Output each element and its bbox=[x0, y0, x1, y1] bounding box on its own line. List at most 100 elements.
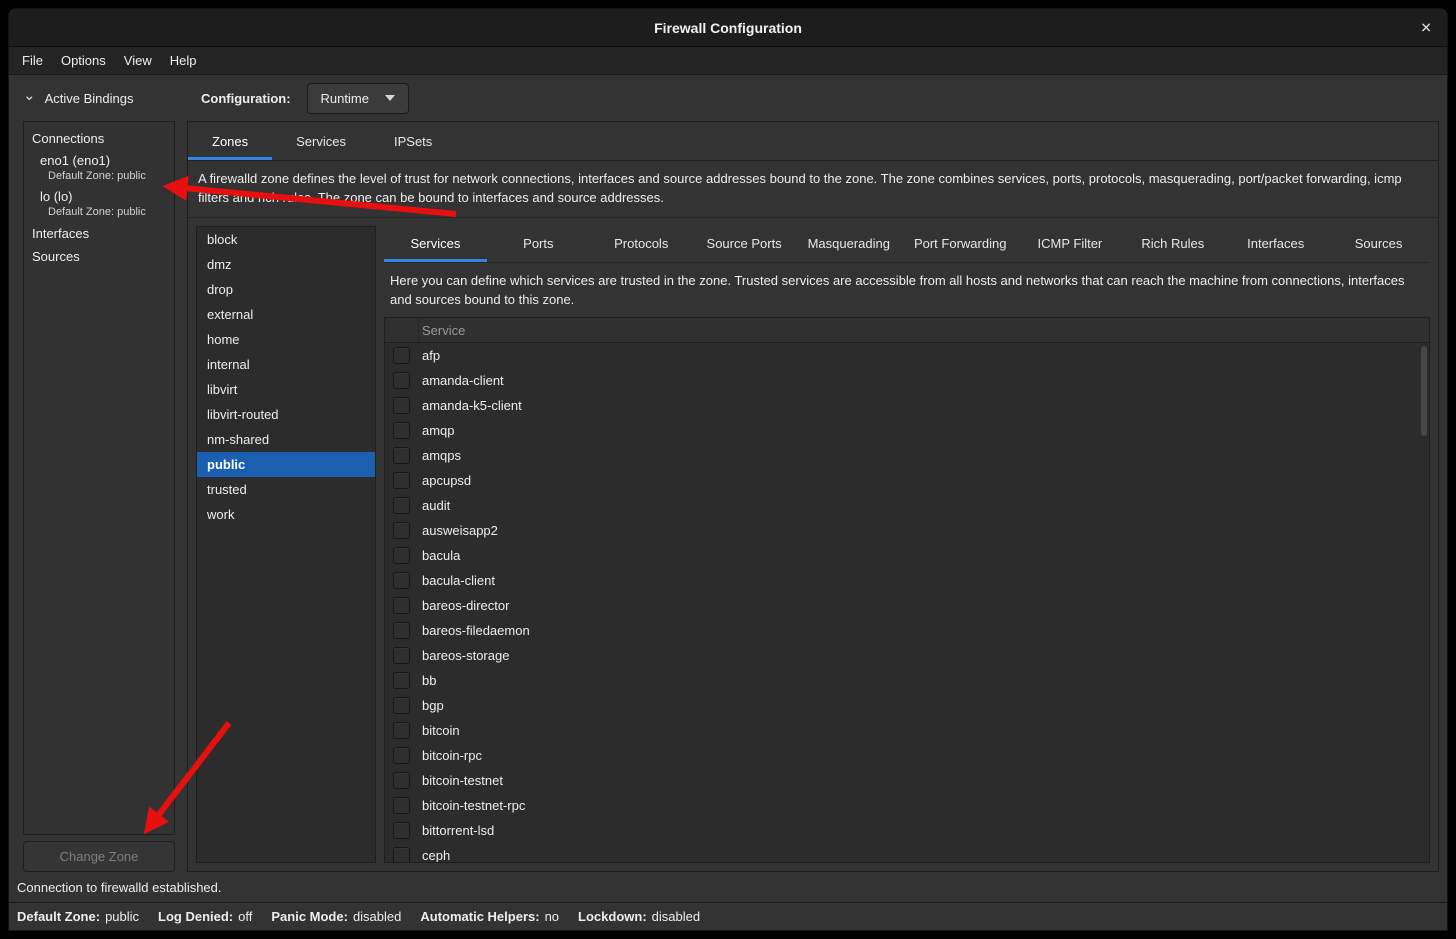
interfaces-heading[interactable]: Interfaces bbox=[24, 222, 174, 245]
connection-default-zone: Default Zone: public bbox=[40, 204, 174, 218]
inner-tab[interactable]: Services bbox=[384, 226, 487, 262]
service-row[interactable]: bb bbox=[385, 668, 1429, 693]
main-tab[interactable]: Zones bbox=[188, 122, 272, 160]
main-tab[interactable]: Services bbox=[272, 122, 370, 160]
menu-item[interactable]: Help bbox=[161, 47, 206, 74]
main-tabs: ZonesServicesIPSets bbox=[188, 122, 1438, 161]
service-checkbox[interactable] bbox=[393, 722, 410, 739]
service-checkbox[interactable] bbox=[393, 597, 410, 614]
menu-item[interactable]: File bbox=[13, 47, 52, 74]
active-bindings-toggle[interactable]: ⌄ Active Bindings bbox=[9, 91, 187, 106]
status-item-label: Log Denied: bbox=[158, 909, 233, 924]
menu-item[interactable]: View bbox=[115, 47, 161, 74]
service-checkbox[interactable] bbox=[393, 772, 410, 789]
inner-tab[interactable]: Protocols bbox=[590, 226, 693, 262]
service-row[interactable]: bacula bbox=[385, 543, 1429, 568]
service-row[interactable]: bittorrent-lsd bbox=[385, 818, 1429, 843]
inner-tab[interactable]: Port Forwarding bbox=[902, 226, 1018, 262]
service-name: bareos-director bbox=[422, 598, 509, 613]
change-zone-button[interactable]: Change Zone bbox=[23, 841, 175, 872]
connection-item[interactable]: lo (lo) Default Zone: public bbox=[24, 186, 174, 222]
service-checkbox[interactable] bbox=[393, 697, 410, 714]
service-row[interactable]: amqps bbox=[385, 443, 1429, 468]
configuration-area: Configuration: Runtime bbox=[187, 83, 409, 114]
service-checkbox[interactable] bbox=[393, 472, 410, 489]
zone-item[interactable]: drop bbox=[197, 277, 375, 302]
zone-item[interactable]: work bbox=[197, 502, 375, 527]
scrollbar-thumb[interactable] bbox=[1421, 346, 1427, 436]
services-table-header: Service bbox=[385, 318, 1429, 343]
service-row[interactable]: bgp bbox=[385, 693, 1429, 718]
main-panel: ZonesServicesIPSets A firewalld zone def… bbox=[187, 121, 1439, 872]
service-checkbox[interactable] bbox=[393, 847, 410, 863]
caret-down-icon bbox=[385, 95, 395, 101]
menu-item[interactable]: Options bbox=[52, 47, 115, 74]
connections-list: eno1 (eno1) Default Zone: public lo (lo)… bbox=[24, 150, 174, 222]
zone-item[interactable]: libvirt bbox=[197, 377, 375, 402]
service-checkbox[interactable] bbox=[393, 372, 410, 389]
service-checkbox[interactable] bbox=[393, 647, 410, 664]
service-checkbox[interactable] bbox=[393, 547, 410, 564]
configuration-dropdown[interactable]: Runtime bbox=[307, 83, 409, 114]
services-table: Service afp bbox=[384, 317, 1430, 863]
zone-item[interactable]: home bbox=[197, 327, 375, 352]
zone-item[interactable]: libvirt-routed bbox=[197, 402, 375, 427]
zone-item[interactable]: block bbox=[197, 227, 375, 252]
zone-item[interactable]: dmz bbox=[197, 252, 375, 277]
service-row[interactable]: audit bbox=[385, 493, 1429, 518]
zone-item[interactable]: external bbox=[197, 302, 375, 327]
inner-tab[interactable]: Source Ports bbox=[693, 226, 796, 262]
service-row[interactable]: ceph bbox=[385, 843, 1429, 863]
service-row[interactable]: bareos-director bbox=[385, 593, 1429, 618]
content: Connections eno1 (eno1) Default Zone: pu… bbox=[9, 121, 1447, 872]
zone-item[interactable]: internal bbox=[197, 352, 375, 377]
service-row[interactable]: ausweisapp2 bbox=[385, 518, 1429, 543]
inner-tab[interactable]: Interfaces bbox=[1224, 226, 1327, 262]
service-checkbox[interactable] bbox=[393, 747, 410, 764]
inner-tab[interactable]: ICMP Filter bbox=[1018, 226, 1121, 262]
service-name: bitcoin-rpc bbox=[422, 748, 482, 763]
service-checkbox[interactable] bbox=[393, 572, 410, 589]
service-row[interactable]: bareos-filedaemon bbox=[385, 618, 1429, 643]
zone-item[interactable]: trusted bbox=[197, 477, 375, 502]
service-column-header[interactable]: Service bbox=[419, 323, 465, 338]
service-checkbox[interactable] bbox=[393, 497, 410, 514]
zone-item[interactable]: nm-shared bbox=[197, 427, 375, 452]
connection-item[interactable]: eno1 (eno1) Default Zone: public bbox=[24, 150, 174, 186]
inner-tab[interactable]: Sources bbox=[1327, 226, 1430, 262]
inner-tab[interactable]: Rich Rules bbox=[1121, 226, 1224, 262]
close-icon[interactable]: ✕ bbox=[1420, 19, 1432, 36]
inner-tab[interactable]: Masquerading bbox=[796, 226, 902, 262]
service-row[interactable]: bitcoin-testnet bbox=[385, 768, 1429, 793]
service-row[interactable]: bareos-storage bbox=[385, 643, 1429, 668]
connection-default-zone: Default Zone: public bbox=[40, 168, 174, 182]
service-checkbox[interactable] bbox=[393, 447, 410, 464]
connection-name: eno1 (eno1) bbox=[40, 153, 174, 168]
inner-tab[interactable]: Ports bbox=[487, 226, 590, 262]
service-row[interactable]: amqp bbox=[385, 418, 1429, 443]
service-checkbox[interactable] bbox=[393, 397, 410, 414]
service-checkbox[interactable] bbox=[393, 822, 410, 839]
zone-item[interactable]: public bbox=[197, 452, 375, 477]
connections-heading[interactable]: Connections bbox=[24, 127, 174, 150]
service-row[interactable]: bitcoin-testnet-rpc bbox=[385, 793, 1429, 818]
service-row[interactable]: bacula-client bbox=[385, 568, 1429, 593]
firewall-config-window: Firewall Configuration ✕ FileOptionsView… bbox=[8, 8, 1448, 931]
service-row[interactable]: amanda-k5-client bbox=[385, 393, 1429, 418]
status-message: Connection to firewalld established. bbox=[9, 872, 1447, 902]
service-checkbox[interactable] bbox=[393, 672, 410, 689]
service-checkbox[interactable] bbox=[393, 797, 410, 814]
sources-heading[interactable]: Sources bbox=[24, 245, 174, 268]
service-checkbox[interactable] bbox=[393, 522, 410, 539]
service-checkbox[interactable] bbox=[393, 422, 410, 439]
service-row[interactable]: bitcoin-rpc bbox=[385, 743, 1429, 768]
service-name: bacula-client bbox=[422, 573, 495, 588]
main-tab[interactable]: IPSets bbox=[370, 122, 456, 160]
service-row[interactable]: afp bbox=[385, 343, 1429, 368]
service-row[interactable]: bitcoin bbox=[385, 718, 1429, 743]
service-checkbox[interactable] bbox=[393, 347, 410, 364]
service-row[interactable]: apcupsd bbox=[385, 468, 1429, 493]
service-checkbox[interactable] bbox=[393, 622, 410, 639]
service-row[interactable]: amanda-client bbox=[385, 368, 1429, 393]
service-name: ceph bbox=[422, 848, 450, 863]
